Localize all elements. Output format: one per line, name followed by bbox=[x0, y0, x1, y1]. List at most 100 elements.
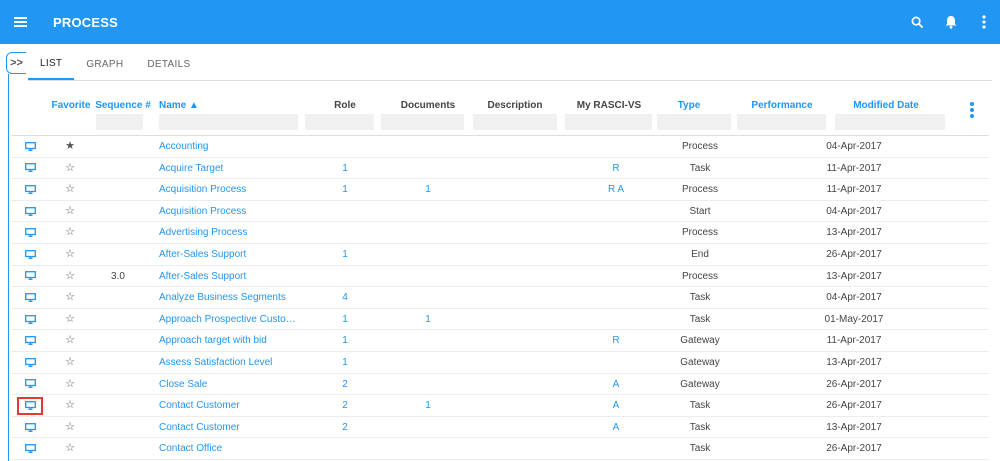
star-filled-icon[interactable]: ★ bbox=[63, 136, 77, 158]
monitor-icon[interactable] bbox=[23, 266, 37, 288]
filter-modified-date[interactable] bbox=[835, 114, 945, 130]
filter-performance[interactable] bbox=[737, 114, 826, 130]
monitor-icon[interactable] bbox=[23, 136, 37, 158]
row-role-count[interactable]: 1 bbox=[311, 179, 379, 201]
star-outline-icon[interactable]: ☆ bbox=[63, 438, 77, 460]
row-documents-count[interactable]: 1 bbox=[387, 179, 469, 201]
star-outline-icon[interactable]: ☆ bbox=[63, 201, 77, 223]
row-name-link[interactable]: Contact Customer bbox=[159, 417, 301, 439]
table-row[interactable]: ☆ Close Sale 2 A Gateway 26-Apr-2017 bbox=[11, 374, 989, 396]
col-modified-date[interactable]: Modified Date bbox=[836, 100, 936, 111]
star-outline-icon[interactable]: ☆ bbox=[63, 266, 77, 288]
monitor-icon[interactable] bbox=[23, 438, 37, 460]
table-row[interactable]: ☆ After-Sales Support 1 End 26-Apr-2017 bbox=[11, 244, 989, 266]
filter-documents[interactable] bbox=[381, 114, 464, 130]
row-name-link[interactable]: Acquisition Process bbox=[159, 179, 301, 201]
filter-description[interactable] bbox=[473, 114, 557, 130]
row-role-count[interactable]: 2 bbox=[311, 374, 379, 396]
row-role-count[interactable]: 1 bbox=[311, 244, 379, 266]
table-row[interactable]: ★ Accounting Process 04-Apr-2017 bbox=[11, 136, 989, 158]
row-documents-count[interactable] bbox=[387, 287, 469, 309]
row-role-count[interactable]: 1 bbox=[311, 330, 379, 352]
filter-sequence[interactable] bbox=[96, 114, 143, 130]
row-documents-count[interactable] bbox=[387, 330, 469, 352]
tab-graph[interactable]: GRAPH bbox=[74, 48, 135, 80]
row-documents-count[interactable] bbox=[387, 222, 469, 244]
row-documents-count[interactable] bbox=[387, 352, 469, 374]
table-row[interactable]: ☆ Assess Satisfaction Level 1 Gateway 13-Apr… bbox=[11, 352, 989, 374]
filter-role[interactable] bbox=[305, 114, 374, 130]
row-role-count[interactable] bbox=[311, 201, 379, 223]
monitor-icon[interactable] bbox=[23, 158, 37, 180]
table-row[interactable]: ☆ Contact Customer 2 1 A Task 26-Apr-2017 bbox=[11, 395, 989, 417]
row-documents-count[interactable] bbox=[387, 201, 469, 223]
monitor-icon[interactable] bbox=[23, 201, 37, 223]
row-role-count[interactable] bbox=[311, 222, 379, 244]
filter-type[interactable] bbox=[657, 114, 731, 130]
row-role-count[interactable] bbox=[311, 266, 379, 288]
monitor-icon[interactable] bbox=[23, 244, 37, 266]
star-outline-icon[interactable]: ☆ bbox=[63, 330, 77, 352]
row-name-link[interactable]: Close Sale bbox=[159, 374, 301, 396]
row-name-link[interactable]: Contact Office bbox=[159, 438, 301, 460]
monitor-icon[interactable] bbox=[23, 395, 37, 417]
row-documents-count[interactable] bbox=[387, 417, 469, 439]
row-role-count[interactable]: 2 bbox=[311, 417, 379, 439]
col-performance[interactable]: Performance bbox=[737, 100, 827, 111]
row-role-count[interactable]: 1 bbox=[311, 309, 379, 331]
col-rasci[interactable]: My RASCI-VS bbox=[563, 100, 655, 111]
column-options-icon[interactable] bbox=[969, 102, 975, 120]
star-outline-icon[interactable]: ☆ bbox=[63, 352, 77, 374]
monitor-icon[interactable] bbox=[23, 179, 37, 201]
table-row[interactable]: ☆ Advertising Process Process 13-Apr-2017 bbox=[11, 222, 989, 244]
row-documents-count[interactable] bbox=[387, 266, 469, 288]
tab-list[interactable]: LIST bbox=[28, 48, 75, 80]
bell-icon[interactable] bbox=[936, 0, 966, 44]
col-documents[interactable]: Documents bbox=[387, 100, 469, 111]
row-role-count[interactable] bbox=[311, 438, 379, 460]
filter-name[interactable] bbox=[159, 114, 298, 130]
star-outline-icon[interactable]: ☆ bbox=[63, 222, 77, 244]
table-row[interactable]: ☆ Analyze Business Segments 4 Task 04-Apr-20… bbox=[11, 287, 989, 309]
row-documents-count[interactable]: 1 bbox=[387, 395, 469, 417]
star-outline-icon[interactable]: ☆ bbox=[63, 395, 77, 417]
monitor-icon[interactable] bbox=[23, 330, 37, 352]
monitor-icon[interactable] bbox=[23, 222, 37, 244]
star-outline-icon[interactable]: ☆ bbox=[63, 374, 77, 396]
table-row[interactable]: ☆ 3.0 After-Sales Support Process 13-Apr-201… bbox=[11, 266, 989, 288]
more-vert-icon[interactable] bbox=[968, 0, 1000, 44]
menu-icon[interactable] bbox=[0, 0, 40, 44]
row-name-link[interactable]: Accounting bbox=[159, 136, 301, 158]
row-name-link[interactable]: Advertising Process bbox=[159, 222, 301, 244]
row-documents-count[interactable] bbox=[387, 244, 469, 266]
row-role-count[interactable] bbox=[311, 136, 379, 158]
monitor-icon[interactable] bbox=[23, 309, 37, 331]
star-outline-icon[interactable]: ☆ bbox=[63, 179, 77, 201]
table-row[interactable]: ☆ Acquire Target 1 R Task 11-Apr-2017 bbox=[11, 158, 989, 180]
star-outline-icon[interactable]: ☆ bbox=[63, 309, 77, 331]
table-row[interactable]: ☆ Acquisition Process Start 04-Apr-2017 bbox=[11, 201, 989, 223]
row-role-count[interactable]: 1 bbox=[311, 352, 379, 374]
row-name-link[interactable]: After-Sales Support bbox=[159, 266, 301, 288]
row-name-link[interactable]: Analyze Business Segments bbox=[159, 287, 301, 309]
row-documents-count[interactable] bbox=[387, 374, 469, 396]
col-name[interactable]: Name ▲ bbox=[159, 100, 199, 111]
search-icon[interactable] bbox=[902, 0, 932, 44]
row-role-count[interactable]: 1 bbox=[311, 158, 379, 180]
col-type[interactable]: Type bbox=[657, 100, 721, 111]
star-outline-icon[interactable]: ☆ bbox=[63, 417, 77, 439]
star-outline-icon[interactable]: ☆ bbox=[63, 287, 77, 309]
row-name-link[interactable]: Acquire Target bbox=[159, 158, 301, 180]
row-name-link[interactable]: Approach target with bid bbox=[159, 330, 301, 352]
expand-panel-button[interactable]: >> bbox=[6, 52, 26, 74]
star-outline-icon[interactable]: ☆ bbox=[63, 244, 77, 266]
table-row[interactable]: ☆ Contact Office Task 26-Apr-2017 bbox=[11, 438, 989, 460]
filter-rasci[interactable] bbox=[565, 114, 652, 130]
col-sequence[interactable]: Sequence # bbox=[95, 100, 151, 111]
row-name-link[interactable]: Contact Customer bbox=[159, 395, 301, 417]
star-outline-icon[interactable]: ☆ bbox=[63, 158, 77, 180]
col-favorite[interactable]: Favorite bbox=[51, 100, 91, 111]
table-row[interactable]: ☆ Approach Prospective Custom... 1 1 Task 01-… bbox=[11, 309, 989, 331]
col-role[interactable]: Role bbox=[311, 100, 379, 111]
monitor-icon[interactable] bbox=[23, 374, 37, 396]
